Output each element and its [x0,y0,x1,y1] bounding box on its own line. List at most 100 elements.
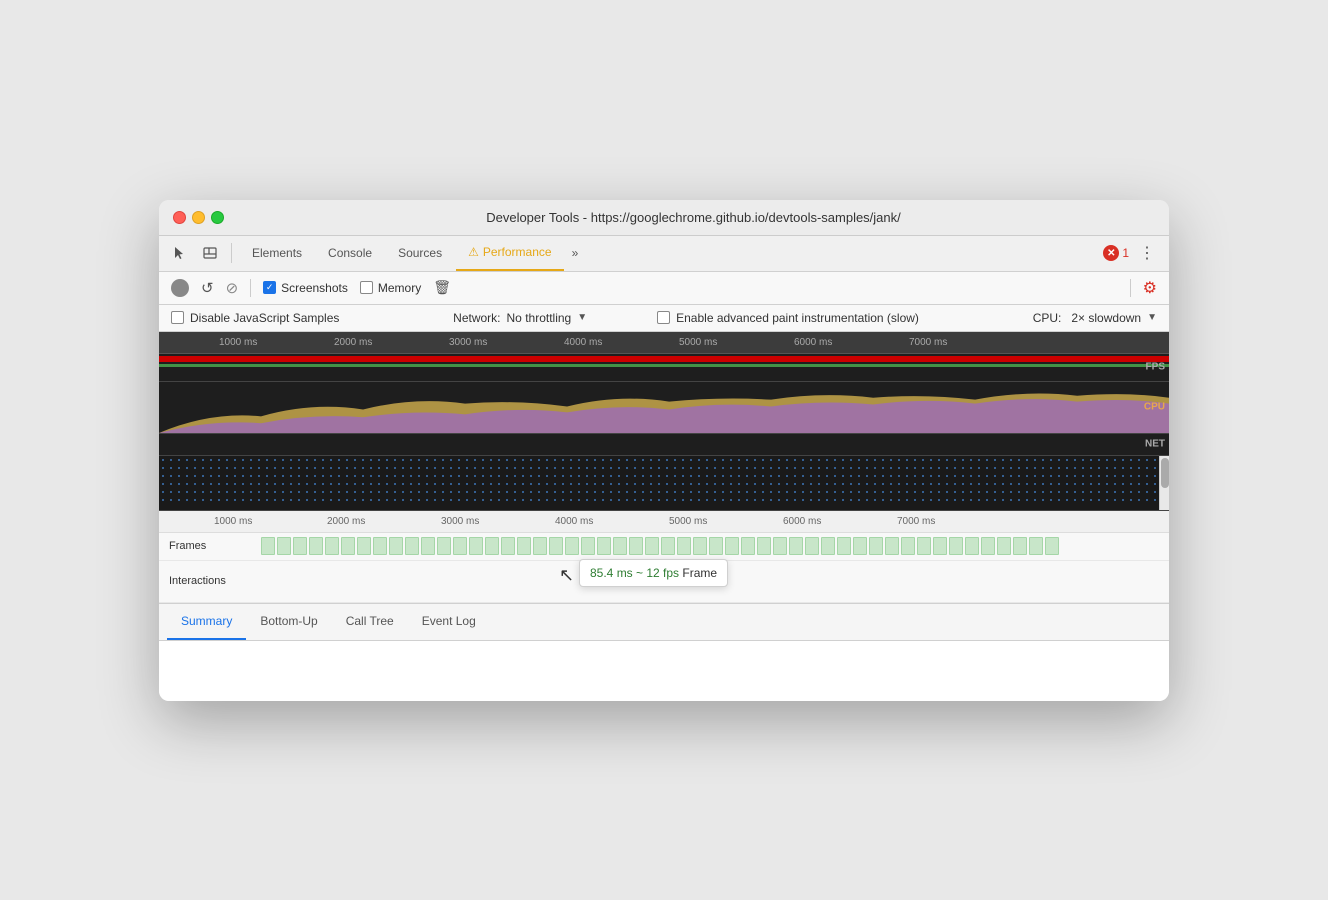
reload-button[interactable]: ↺ [201,279,214,297]
frame-block[interactable] [453,537,467,555]
tab-elements[interactable]: Elements [240,235,314,271]
tab-bottom-up[interactable]: Bottom-Up [246,604,331,640]
frame-block[interactable] [933,537,947,555]
screenshots-checkbox-row[interactable]: Screenshots [263,281,348,295]
frame-block[interactable] [677,537,691,555]
disable-js-label: Disable JavaScript Samples [190,311,339,325]
frame-tooltip: 85.4 ms ~ 12 fps Frame [579,559,728,587]
frame-block[interactable] [1045,537,1059,555]
tooltip-fps-text: 85.4 ms ~ 12 fps [590,566,679,580]
screenshots-checkbox[interactable] [263,281,276,294]
cpu-dropdown-arrow[interactable]: ▼ [1147,312,1157,323]
trash-button[interactable]: 🗑 [433,279,451,296]
frame-block[interactable] [821,537,835,555]
more-button[interactable]: ⋮ [1133,239,1161,267]
tab-call-tree[interactable]: Call Tree [332,604,408,640]
frame-block[interactable] [805,537,819,555]
paint-checkbox[interactable] [657,311,670,324]
memory-checkbox-row[interactable]: Memory [360,281,421,295]
frame-block[interactable] [869,537,883,555]
frame-block[interactable] [293,537,307,555]
maximize-button[interactable] [211,211,224,224]
close-button[interactable] [173,211,186,224]
frame-block[interactable] [277,537,291,555]
interactions-area[interactable]: ↖ 85.4 ms ~ 12 fps Frame [259,561,1169,602]
frame-block[interactable] [773,537,787,555]
dock-icon[interactable] [197,240,223,266]
overview-scrollbar[interactable] [1159,456,1169,510]
cpu-chart-row[interactable]: CPU [159,382,1169,434]
memory-checkbox[interactable] [360,281,373,294]
frame-block[interactable] [837,537,851,555]
frame-block[interactable] [901,537,915,555]
frame-block[interactable] [965,537,979,555]
tab-performance[interactable]: ⚠Performance [456,235,563,271]
detail-section: 1000 ms 2000 ms 3000 ms 4000 ms 5000 ms … [159,511,1169,604]
record-button[interactable] [171,279,189,297]
controls-separator [250,279,251,297]
frame-block[interactable] [853,537,867,555]
net-chart-row[interactable]: NET [159,434,1169,456]
frame-block[interactable] [421,537,435,555]
settings-button[interactable]: ⚙ [1143,278,1157,298]
frame-block[interactable] [997,537,1011,555]
tab-event-log[interactable]: Event Log [408,604,490,640]
frame-block[interactable] [325,537,339,555]
frame-block[interactable] [981,537,995,555]
fps-chart-row[interactable]: FPS [159,354,1169,382]
frame-block[interactable] [757,537,771,555]
frame-block[interactable] [581,537,595,555]
disable-js-checkbox[interactable] [171,311,184,324]
frame-block[interactable] [949,537,963,555]
frame-block[interactable] [549,537,563,555]
frame-block[interactable] [645,537,659,555]
frame-block[interactable] [389,537,403,555]
interactions-row: Interactions ↖ 85.4 ms ~ 12 fps Frame [159,561,1169,603]
cursor-tool-icon[interactable] [167,240,193,266]
detail-tick-2000: 2000 ms [327,516,365,527]
frame-block[interactable] [661,537,675,555]
frame-block[interactable] [1013,537,1027,555]
paint-option[interactable]: Enable advanced paint instrumentation (s… [657,311,919,325]
tab-overflow[interactable]: » [566,238,585,268]
frame-block[interactable] [485,537,499,555]
cpu-dropdown[interactable]: CPU: 2× slowdown ▼ [1033,311,1157,325]
frame-block[interactable] [469,537,483,555]
frame-block[interactable] [405,537,419,555]
frame-block[interactable] [709,537,723,555]
clear-button[interactable]: ⊘ [226,279,239,297]
network-dropdown[interactable]: Network: No throttling ▼ [453,311,587,325]
frame-block[interactable] [885,537,899,555]
frame-block[interactable] [437,537,451,555]
scrollbar-thumb[interactable] [1161,458,1169,488]
disable-js-option[interactable]: Disable JavaScript Samples [171,311,339,325]
network-dropdown-arrow[interactable]: ▼ [577,312,587,323]
frame-block[interactable] [501,537,515,555]
frame-block[interactable] [373,537,387,555]
tab-console[interactable]: Console [316,235,384,271]
frames-area[interactable] [259,533,1169,560]
frame-block[interactable] [725,537,739,555]
frame-block[interactable] [613,537,627,555]
minimize-button[interactable] [192,211,205,224]
error-badge[interactable]: ✕ 1 [1103,245,1129,261]
frame-block[interactable] [357,537,371,555]
frame-block[interactable] [1029,537,1043,555]
frame-block[interactable] [341,537,355,555]
frame-block[interactable] [629,537,643,555]
frame-block[interactable] [261,537,275,555]
tab-summary[interactable]: Summary [167,604,246,640]
cursor-indicator: ↖ [559,565,574,586]
frame-block[interactable] [693,537,707,555]
frame-block[interactable] [917,537,931,555]
frame-block[interactable] [741,537,755,555]
frame-block[interactable] [565,537,579,555]
tab-list: Elements Console Sources ⚠Performance » [240,235,584,271]
frame-block[interactable] [517,537,531,555]
frame-block[interactable] [597,537,611,555]
frame-block[interactable] [789,537,803,555]
screenshots-area[interactable] [159,456,1159,506]
tab-sources[interactable]: Sources [386,235,454,271]
frame-block[interactable] [533,537,547,555]
frame-block[interactable] [309,537,323,555]
